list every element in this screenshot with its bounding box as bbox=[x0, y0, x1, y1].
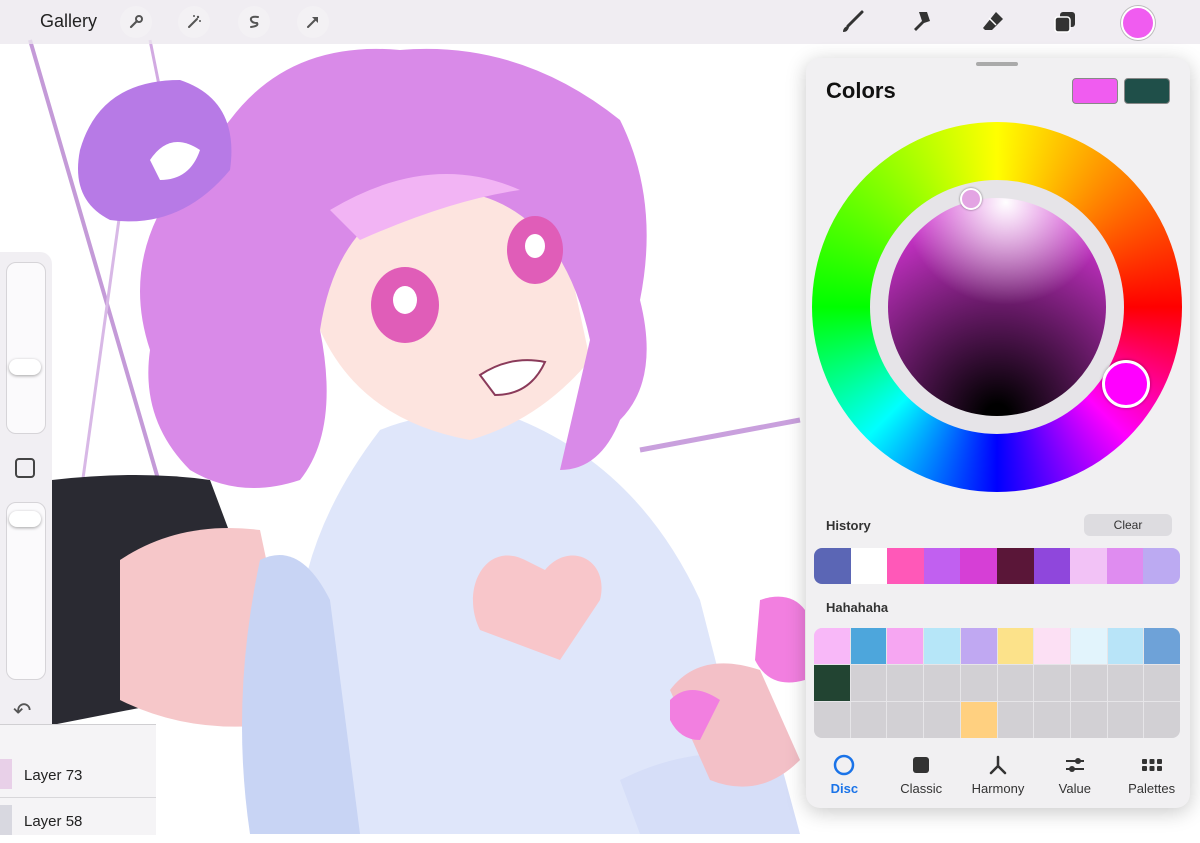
palette-swatch[interactable] bbox=[1034, 628, 1070, 664]
layer-thumbnail bbox=[0, 759, 12, 789]
layer-row[interactable]: Layer 58 bbox=[0, 799, 156, 843]
tab-label: Value bbox=[1058, 781, 1091, 796]
palette-swatch[interactable] bbox=[997, 628, 1034, 664]
history-swatch[interactable] bbox=[1070, 548, 1107, 584]
palette-swatch[interactable] bbox=[850, 628, 887, 664]
primary-color-swatch[interactable] bbox=[1072, 78, 1118, 104]
palette-grid bbox=[814, 628, 1180, 738]
brush-size-knob[interactable] bbox=[9, 359, 41, 375]
modify-square-button[interactable] bbox=[15, 458, 35, 478]
palette-swatch[interactable] bbox=[887, 665, 924, 701]
layer-thumbnail bbox=[0, 805, 12, 835]
history-swatch[interactable] bbox=[887, 548, 924, 584]
history-swatch[interactable] bbox=[850, 548, 888, 584]
palette-swatch[interactable] bbox=[1107, 665, 1144, 701]
selection-s-icon[interactable] bbox=[238, 6, 270, 38]
hue-ring[interactable] bbox=[812, 122, 1182, 492]
brush-size-slider[interactable] bbox=[6, 262, 46, 434]
layer-name: Layer 73 bbox=[24, 767, 83, 784]
palette-swatch[interactable] bbox=[1107, 628, 1144, 664]
hue-picker-handle[interactable] bbox=[1102, 360, 1150, 408]
palette-swatch[interactable] bbox=[960, 702, 997, 738]
palette-swatch[interactable] bbox=[960, 665, 997, 701]
colors-panel: Colors History Clear Hahahaha Disc Class… bbox=[806, 58, 1190, 808]
palette-swatch[interactable] bbox=[1070, 665, 1107, 701]
tab-classic[interactable]: Classic bbox=[883, 748, 960, 808]
top-toolbar: Gallery bbox=[0, 0, 1200, 44]
history-swatch[interactable] bbox=[923, 548, 961, 584]
brush-icon[interactable] bbox=[836, 5, 870, 39]
tab-harmony[interactable]: Harmony bbox=[960, 748, 1037, 808]
palette-swatch[interactable] bbox=[1144, 628, 1180, 664]
eraser-icon[interactable] bbox=[976, 5, 1010, 39]
adjustments-magic-wand-icon[interactable] bbox=[178, 6, 210, 38]
tab-label: Palettes bbox=[1128, 781, 1176, 796]
palette-swatch[interactable] bbox=[1034, 665, 1070, 701]
gallery-button[interactable]: Gallery bbox=[40, 11, 97, 32]
tab-label: Disc bbox=[830, 781, 859, 796]
left-sidebar: ↶ ↷ bbox=[0, 252, 52, 784]
history-swatch[interactable] bbox=[996, 548, 1034, 584]
harmony-icon bbox=[987, 754, 1009, 776]
disc-icon bbox=[833, 754, 855, 776]
saturation-brightness-disc[interactable] bbox=[888, 198, 1106, 416]
history-label: History bbox=[826, 518, 871, 533]
palette-swatch[interactable] bbox=[887, 628, 924, 664]
undo-icon[interactable]: ↶ bbox=[13, 698, 31, 724]
palette-swatch[interactable] bbox=[924, 665, 960, 701]
opacity-slider[interactable] bbox=[6, 502, 46, 680]
tab-label: Classic bbox=[900, 781, 943, 796]
smudge-icon[interactable] bbox=[906, 5, 940, 39]
palette-swatch[interactable] bbox=[850, 665, 887, 701]
transform-arrow-icon[interactable] bbox=[297, 6, 329, 38]
saturation-picker-handle[interactable] bbox=[960, 188, 982, 210]
history-swatch[interactable] bbox=[960, 548, 997, 584]
tab-label: Harmony bbox=[971, 781, 1025, 796]
palette-swatch[interactable] bbox=[1107, 702, 1144, 738]
tab-value[interactable]: Value bbox=[1036, 748, 1113, 808]
palette-swatch[interactable] bbox=[1144, 665, 1180, 701]
palette-swatch[interactable] bbox=[1070, 628, 1107, 664]
layer-name: Layer 58 bbox=[24, 813, 83, 830]
palette-swatch[interactable] bbox=[814, 628, 850, 664]
tab-palettes[interactable]: Palettes bbox=[1113, 748, 1190, 808]
hue-ring-gap bbox=[870, 180, 1124, 434]
palette-swatch[interactable] bbox=[850, 702, 887, 738]
palette-swatch[interactable] bbox=[1070, 702, 1107, 738]
history-swatch[interactable] bbox=[1033, 548, 1071, 584]
panel-title: Colors bbox=[826, 78, 896, 103]
history-swatch[interactable] bbox=[1143, 548, 1180, 584]
palette-swatch[interactable] bbox=[1034, 702, 1070, 738]
color-mode-tabs: Disc Classic Harmony Value Palettes bbox=[806, 748, 1190, 808]
opacity-knob[interactable] bbox=[9, 511, 41, 527]
clear-history-button[interactable]: Clear bbox=[1084, 514, 1172, 536]
palette-swatch[interactable] bbox=[1144, 702, 1180, 738]
layers-panel: Layer 73 Layer 58 bbox=[0, 724, 156, 835]
palette-swatch[interactable] bbox=[960, 628, 997, 664]
color-swatch-button[interactable] bbox=[1121, 6, 1155, 40]
palette-swatch[interactable] bbox=[924, 702, 960, 738]
palette-swatch[interactable] bbox=[997, 665, 1034, 701]
palette-swatch[interactable] bbox=[814, 665, 850, 701]
palette-swatch[interactable] bbox=[887, 702, 924, 738]
palette-swatch[interactable] bbox=[997, 702, 1034, 738]
layer-row[interactable]: Layer 73 bbox=[0, 753, 156, 798]
palette-swatch[interactable] bbox=[814, 702, 850, 738]
history-swatch[interactable] bbox=[1106, 548, 1144, 584]
palette-swatch[interactable] bbox=[924, 628, 960, 664]
history-swatch[interactable] bbox=[814, 548, 851, 584]
actions-wrench-icon[interactable] bbox=[120, 6, 152, 38]
panel-grabber[interactable] bbox=[976, 62, 1018, 66]
layers-icon[interactable] bbox=[1048, 5, 1082, 39]
value-sliders-icon bbox=[1064, 754, 1086, 776]
history-swatches bbox=[814, 548, 1180, 584]
palette-label: Hahahaha bbox=[826, 600, 889, 615]
tab-disc[interactable]: Disc bbox=[806, 748, 883, 808]
palettes-grid-icon bbox=[1141, 754, 1163, 776]
secondary-color-swatch[interactable] bbox=[1124, 78, 1170, 104]
classic-square-icon bbox=[910, 754, 932, 776]
